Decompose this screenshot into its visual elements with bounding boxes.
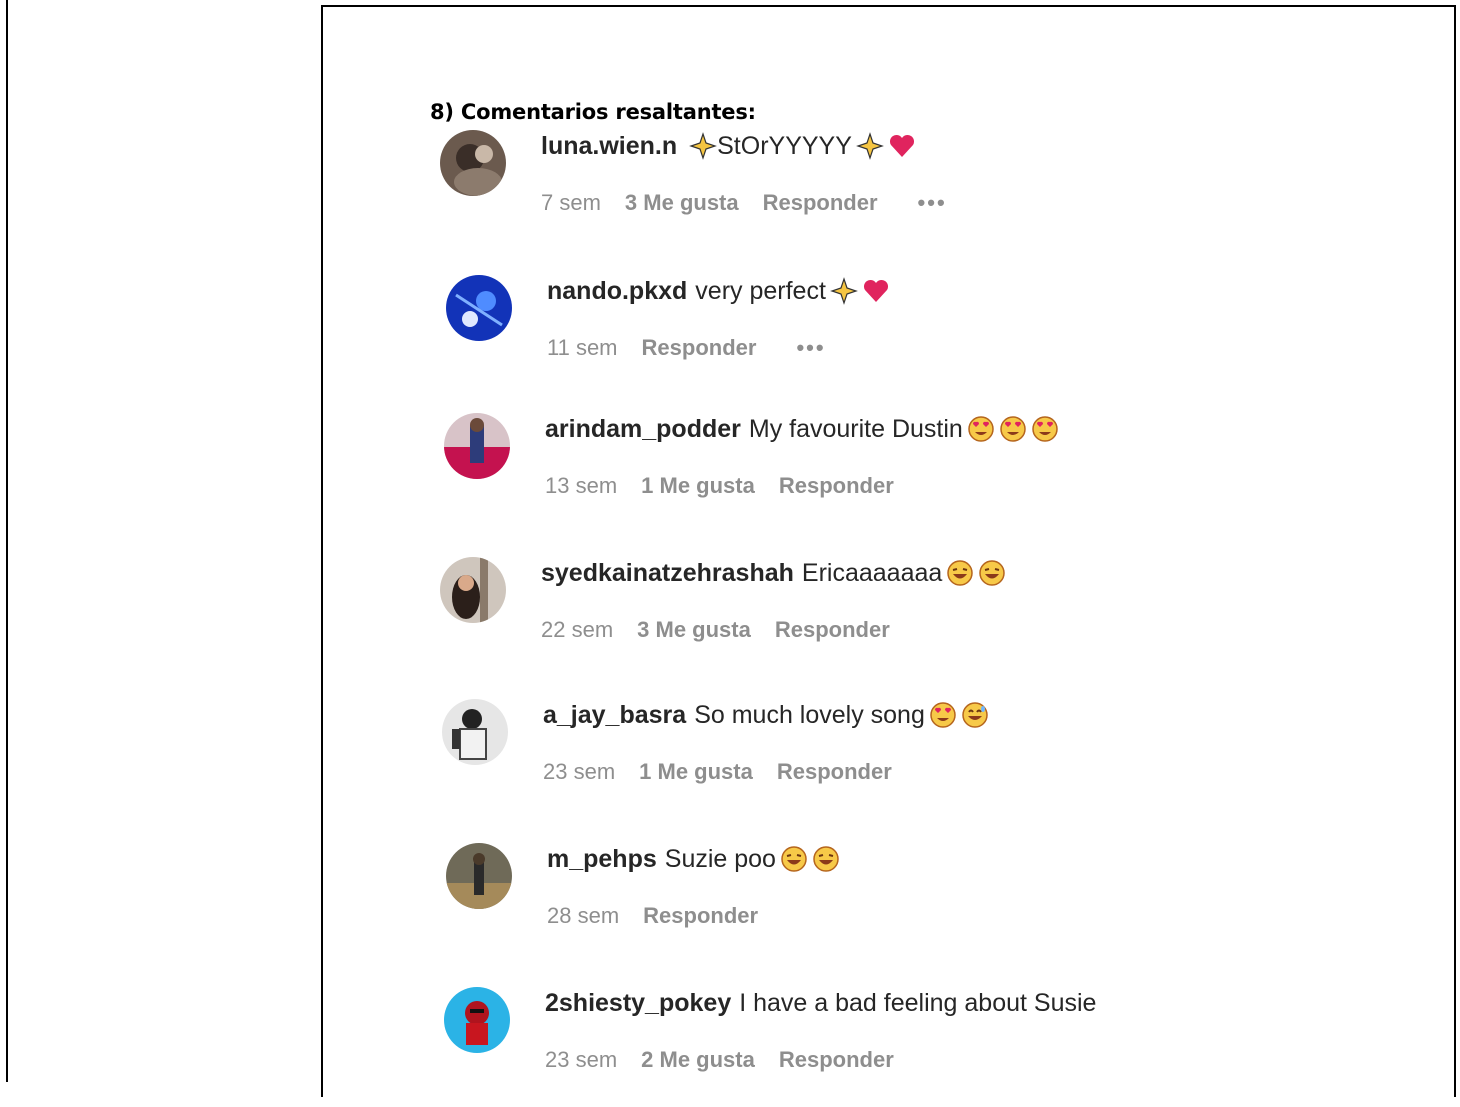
more-options-icon[interactable]: ••• bbox=[918, 190, 947, 216]
laughing-emoji-icon bbox=[946, 559, 974, 587]
reply-button[interactable]: Responder bbox=[779, 1047, 894, 1073]
comment-username[interactable]: a_jay_basra bbox=[543, 701, 686, 730]
comment-username[interactable]: 2shiesty_pokey bbox=[545, 989, 731, 1018]
comment-item: syedkainatzehrashah Ericaaaaaaa 22 sem 3… bbox=[440, 557, 1300, 677]
comment-item: 2shiesty_pokey I have a bad feeling abou… bbox=[444, 987, 1304, 1107]
comment-time: 22 sem bbox=[541, 617, 614, 642]
comment-username[interactable]: syedkainatzehrashah bbox=[541, 559, 794, 588]
comment-time: 23 sem bbox=[545, 1047, 618, 1072]
heart-eyes-emoji-icon bbox=[929, 701, 957, 729]
heart-eyes-emoji-icon bbox=[1031, 415, 1059, 443]
reply-button[interactable]: Responder bbox=[779, 473, 894, 499]
section-heading: 8) Comentarios resaltantes: bbox=[430, 100, 756, 124]
comment-username[interactable]: m_pehps bbox=[547, 845, 657, 874]
heart-icon bbox=[862, 277, 890, 305]
comment-text: Ericaaaaaaa bbox=[801, 558, 943, 587]
comment-item: nando.pkxd very perfect 11 sem Responder… bbox=[446, 275, 1306, 395]
heart-icon bbox=[888, 132, 916, 160]
reply-button[interactable]: Responder bbox=[643, 903, 758, 929]
comment-item: a_jay_basra So much lovely song 23 sem 1… bbox=[442, 699, 1302, 819]
avatar[interactable] bbox=[442, 699, 508, 765]
avatar[interactable] bbox=[446, 275, 512, 341]
sparkles-icon bbox=[689, 132, 718, 160]
comment-text: I have a bad feeling about Susie bbox=[739, 988, 1097, 1017]
comment-text: StOrYYYYY bbox=[717, 131, 852, 160]
avatar[interactable] bbox=[444, 413, 510, 479]
comment-text: So much lovely song bbox=[694, 700, 925, 729]
heart-eyes-emoji-icon bbox=[999, 415, 1027, 443]
comment-username[interactable]: arindam_podder bbox=[545, 415, 741, 444]
comment-text: My favourite Dustin bbox=[748, 414, 963, 443]
avatar[interactable] bbox=[440, 130, 506, 196]
avatar[interactable] bbox=[446, 843, 512, 909]
reply-button[interactable]: Responder bbox=[763, 190, 878, 216]
left-border bbox=[6, 0, 8, 1082]
comment-time: 13 sem bbox=[545, 473, 618, 498]
comment-time: 11 sem bbox=[547, 335, 618, 360]
comment-username[interactable]: luna.wien.n bbox=[541, 132, 677, 161]
laughing-emoji-icon bbox=[780, 845, 808, 873]
laughing-emoji-icon bbox=[978, 559, 1006, 587]
reply-button[interactable]: Responder bbox=[642, 335, 757, 361]
comment-time: 28 sem bbox=[547, 903, 620, 928]
comment-likes[interactable]: 1 Me gusta bbox=[639, 759, 753, 785]
comment-item: luna.wien.n StOrYYYYY 7 sem 3 Me gusta R… bbox=[440, 130, 1300, 250]
comment-likes[interactable]: 1 Me gusta bbox=[641, 473, 755, 499]
sparkles-icon bbox=[855, 132, 884, 160]
laughing-emoji-icon bbox=[812, 845, 840, 873]
comment-item: m_pehps Suzie poo 28 sem Responder bbox=[446, 843, 1306, 963]
comment-likes[interactable]: 3 Me gusta bbox=[637, 617, 751, 643]
more-options-icon[interactable]: ••• bbox=[796, 335, 825, 361]
reply-button[interactable]: Responder bbox=[775, 617, 890, 643]
grinning-sweat-emoji-icon bbox=[961, 701, 989, 729]
heart-eyes-emoji-icon bbox=[967, 415, 995, 443]
comment-text: Suzie poo bbox=[664, 844, 776, 873]
comment-likes[interactable]: 3 Me gusta bbox=[625, 190, 739, 216]
comment-item: arindam_podder My favourite Dustin 13 se… bbox=[444, 413, 1304, 533]
avatar[interactable] bbox=[444, 987, 510, 1053]
reply-button[interactable]: Responder bbox=[777, 759, 892, 785]
comment-time: 23 sem bbox=[543, 759, 616, 784]
avatar[interactable] bbox=[440, 557, 506, 623]
comment-time: 7 sem bbox=[541, 190, 601, 215]
comment-text: very perfect bbox=[695, 276, 826, 305]
sparkles-icon bbox=[830, 277, 858, 305]
comment-likes[interactable]: 2 Me gusta bbox=[641, 1047, 755, 1073]
comment-username[interactable]: nando.pkxd bbox=[547, 277, 687, 306]
